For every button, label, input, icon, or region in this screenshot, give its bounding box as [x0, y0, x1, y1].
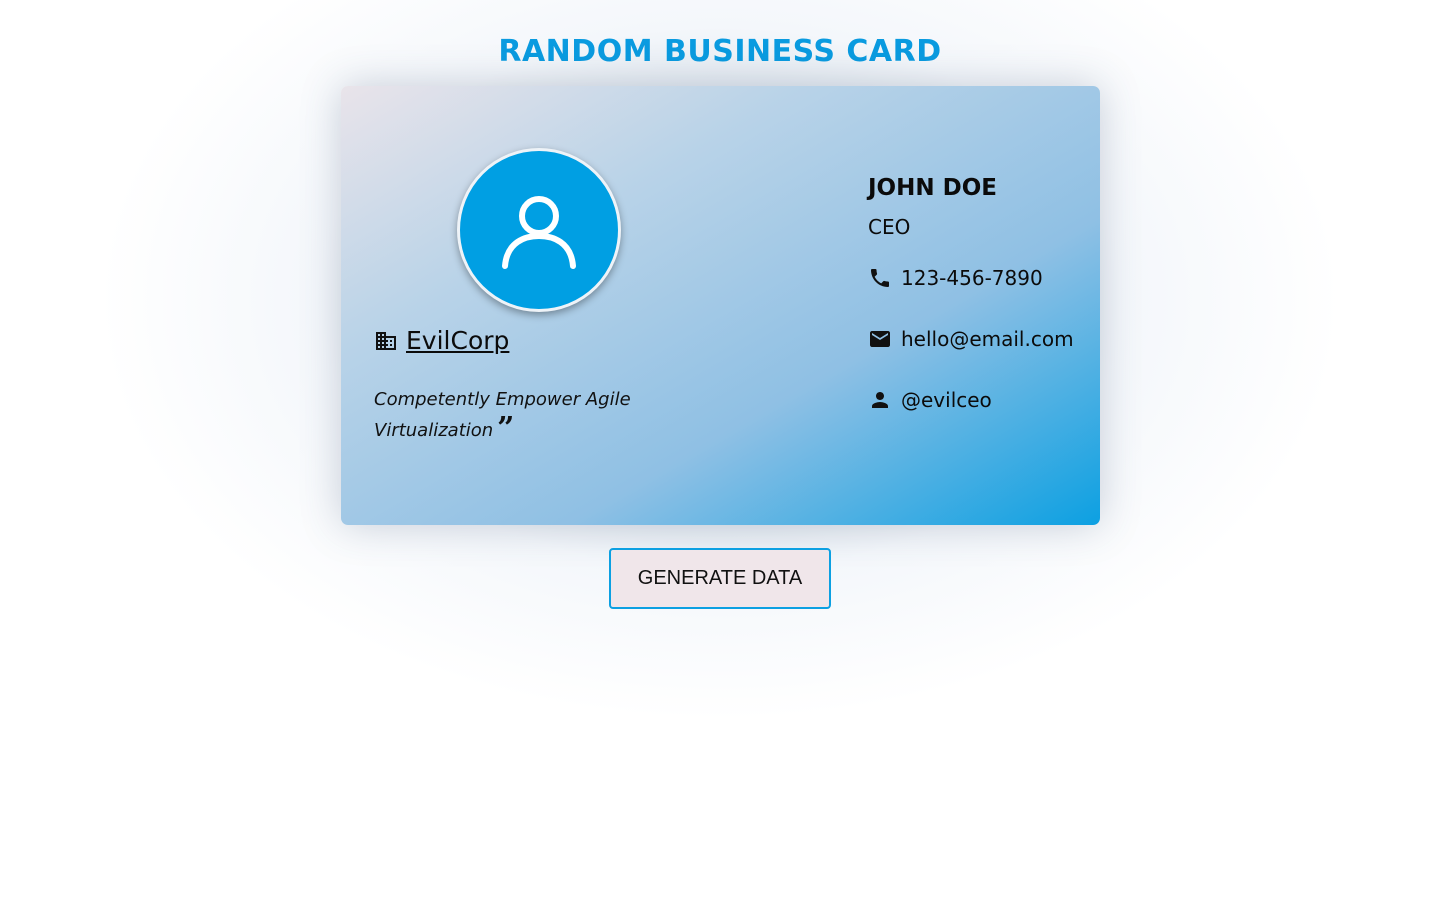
contact-phone: 123-456-7890 — [868, 266, 1043, 290]
contact-handle: @evilceo — [868, 388, 992, 412]
person-name: JOHN DOE — [868, 175, 997, 201]
company-link[interactable]: EvilCorp — [406, 326, 509, 355]
person-icon — [868, 388, 892, 412]
mail-icon — [868, 327, 892, 351]
company-row: EvilCorp — [374, 326, 509, 355]
generate-data-button[interactable]: GENERATE DATA — [609, 548, 831, 609]
email-value: hello@email.com — [901, 327, 1074, 351]
contact-email: hello@email.com — [868, 327, 1074, 351]
company-slogan: Competently Empower Agile Virtualization… — [374, 384, 674, 446]
handle-value: @evilceo — [901, 388, 992, 412]
phone-value: 123-456-7890 — [901, 266, 1043, 290]
closing-quote-icon: ” — [497, 411, 515, 446]
avatar — [457, 148, 621, 312]
business-card: EvilCorp Competently Empower Agile Virtu… — [341, 86, 1100, 525]
page-title: RANDOM BUSINESS CARD — [498, 34, 942, 69]
page-background: RANDOM BUSINESS CARD EvilCorp Competentl… — [0, 0, 1440, 900]
user-outline-icon — [499, 190, 579, 270]
phone-icon — [868, 266, 892, 290]
person-role: CEO — [868, 215, 911, 239]
building-icon — [374, 329, 398, 353]
